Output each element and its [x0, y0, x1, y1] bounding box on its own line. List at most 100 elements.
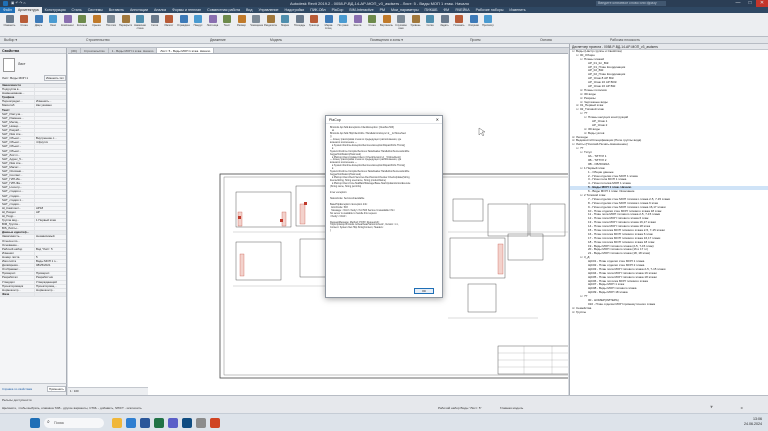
- ribbon-button[interactable]: Колонна: [76, 15, 89, 31]
- property-value[interactable]: [34, 169, 66, 174]
- property-value[interactable]: [34, 215, 66, 219]
- property-value[interactable]: Проверил: [34, 272, 66, 276]
- quick-access-icon[interactable]: ▣ ↶ ↷ ⌂: [11, 1, 26, 5]
- ribbon-button[interactable]: Шахта: [351, 15, 364, 31]
- ribbon-button[interactable]: Опорная: [467, 15, 480, 31]
- property-value[interactable]: Разработчик: [34, 276, 66, 280]
- property-value[interactable]: [34, 186, 66, 190]
- model-status[interactable]: Главная модель: [500, 406, 523, 410]
- property-value[interactable]: 1 Первый этаж: [34, 219, 66, 223]
- view-tab[interactable]: Лист: 5 - Виды МОП 1 этаж. Начало: [157, 48, 215, 53]
- type-selector-label[interactable]: Лист: Виды МОП 1: [2, 76, 42, 80]
- property-value[interactable]: [34, 133, 66, 137]
- ribbon-button[interactable]: Сетка: [424, 15, 437, 31]
- property-value[interactable]: г.Иркутск: [34, 141, 66, 145]
- edit-type-button[interactable]: Изменить тип: [44, 75, 66, 81]
- property-value[interactable]: [34, 124, 66, 129]
- property-value[interactable]: Как указано: [34, 104, 66, 108]
- ribbon-button[interactable]: Лестница: [206, 15, 219, 31]
- property-value[interactable]: Нормоконтр...: [34, 288, 66, 292]
- ribbon-button[interactable]: Разделитель: [264, 15, 277, 31]
- ribbon-button[interactable]: Помещение: [250, 15, 263, 31]
- revit-taskbar-icon[interactable]: [182, 418, 192, 428]
- app-icon[interactable]: [196, 418, 206, 428]
- ribbon-button[interactable]: Компонент: [61, 15, 74, 31]
- property-value[interactable]: [34, 239, 66, 243]
- ribbon-button[interactable]: Задать: [438, 15, 451, 31]
- ribbon-button[interactable]: Показать: [453, 15, 466, 31]
- ribbon-button[interactable]: Марка: [279, 15, 292, 31]
- taskbar-search[interactable]: Поиск: [44, 418, 104, 428]
- minimize-button[interactable]: —: [732, 0, 744, 7]
- property-value[interactable]: [34, 198, 66, 202]
- property-value[interactable]: 08/25/2021: [34, 264, 66, 268]
- ribbon-button[interactable]: По грани: [337, 15, 350, 31]
- ribbon-panel-label[interactable]: Движение: [210, 38, 226, 42]
- app-icon-2[interactable]: [210, 418, 220, 428]
- property-value[interactable]: АР18: [34, 206, 66, 210]
- property-value[interactable]: [34, 190, 66, 194]
- ribbon-panel-label[interactable]: Модель: [270, 38, 282, 42]
- workset-status[interactable]: Рабочий набор Виды "Лист: 5": [438, 406, 482, 410]
- view-tab[interactable]: {3D}: [68, 48, 81, 53]
- property-value[interactable]: [34, 243, 66, 247]
- property-value[interactable]: [34, 223, 66, 227]
- ribbon-button[interactable]: Уровень: [409, 15, 422, 31]
- properties-help-link[interactable]: Справка по свойствам: [2, 387, 32, 391]
- ribbon-button[interactable]: Изменить: [3, 15, 16, 31]
- ribbon-button[interactable]: Текст: [221, 15, 234, 31]
- ribbon-button[interactable]: Слуховое окно: [395, 15, 408, 31]
- ribbon-panel-label[interactable]: Помещения и зоны ▾: [370, 38, 403, 42]
- search-field[interactable]: Введите ключевое слово или фразу: [596, 1, 666, 6]
- property-value[interactable]: [34, 194, 66, 198]
- funnel-icon[interactable]: ⧩: [710, 405, 713, 409]
- property-value[interactable]: 5: [34, 255, 66, 260]
- ribbon-button[interactable]: Импост: [163, 15, 176, 31]
- view-scale[interactable]: 1 : 100: [70, 389, 79, 393]
- property-value[interactable]: [34, 112, 66, 116]
- property-value[interactable]: Виды МОП 1 э...: [34, 260, 66, 264]
- property-value[interactable]: Проектировщ...: [34, 284, 66, 288]
- word-icon[interactable]: [140, 418, 150, 428]
- ribbon-panel-label[interactable]: Рабочая плоскость: [610, 38, 640, 42]
- ribbon-button[interactable]: Ограждение: [177, 15, 190, 31]
- property-value[interactable]: Изменить...: [34, 100, 66, 104]
- property-value[interactable]: [34, 149, 66, 153]
- ribbon-button[interactable]: Стена: [18, 15, 31, 31]
- property-value[interactable]: [34, 268, 66, 272]
- property-value[interactable]: Независимый: [34, 235, 66, 239]
- dialog-close-icon[interactable]: ✕: [436, 116, 439, 124]
- property-value[interactable]: [34, 129, 66, 133]
- filter-count[interactable]: :0: [740, 406, 743, 410]
- file-explorer-icon[interactable]: [112, 418, 122, 428]
- ribbon-button[interactable]: Граница: [308, 15, 321, 31]
- property-value[interactable]: [34, 161, 66, 165]
- view-tab[interactable]: 1 - Виды МОП 1 этаж. Начало: [109, 48, 158, 53]
- property-value[interactable]: [34, 153, 66, 157]
- ribbon-panel-label[interactable]: Строительство: [86, 38, 110, 42]
- property-row[interactable]: Фаза: [0, 292, 66, 297]
- apply-button[interactable]: Применить: [47, 386, 66, 392]
- property-value[interactable]: [34, 145, 66, 149]
- maximize-button[interactable]: □: [744, 0, 756, 7]
- view-control-bar[interactable]: 1 : 100: [68, 387, 148, 395]
- ribbon-button[interactable]: Дверь: [32, 15, 45, 31]
- ribbon-button[interactable]: Вертикальный: [380, 15, 393, 31]
- ribbon-button[interactable]: Окно: [47, 15, 60, 31]
- ribbon-button[interactable]: Сетка: [148, 15, 161, 31]
- ok-button[interactable]: ОК: [414, 288, 434, 294]
- property-value[interactable]: [34, 202, 66, 206]
- property-value[interactable]: [34, 251, 66, 255]
- revit-logo-icon[interactable]: [3, 1, 8, 6]
- ribbon-button[interactable]: Стена: [366, 15, 379, 31]
- property-value[interactable]: [34, 92, 66, 96]
- ribbon-button[interactable]: Перекрытие: [119, 15, 132, 31]
- ribbon-button[interactable]: Пандус: [192, 15, 205, 31]
- excel-icon[interactable]: [154, 418, 164, 428]
- property-value[interactable]: [34, 227, 66, 231]
- property-value[interactable]: Внутренние с...: [34, 137, 66, 141]
- property-value[interactable]: АР: [34, 210, 66, 214]
- ribbon-panel-label[interactable]: Выбор ▾: [4, 38, 17, 42]
- property-value[interactable]: [34, 116, 66, 120]
- property-value[interactable]: Вид "Лист: 5: [34, 247, 66, 251]
